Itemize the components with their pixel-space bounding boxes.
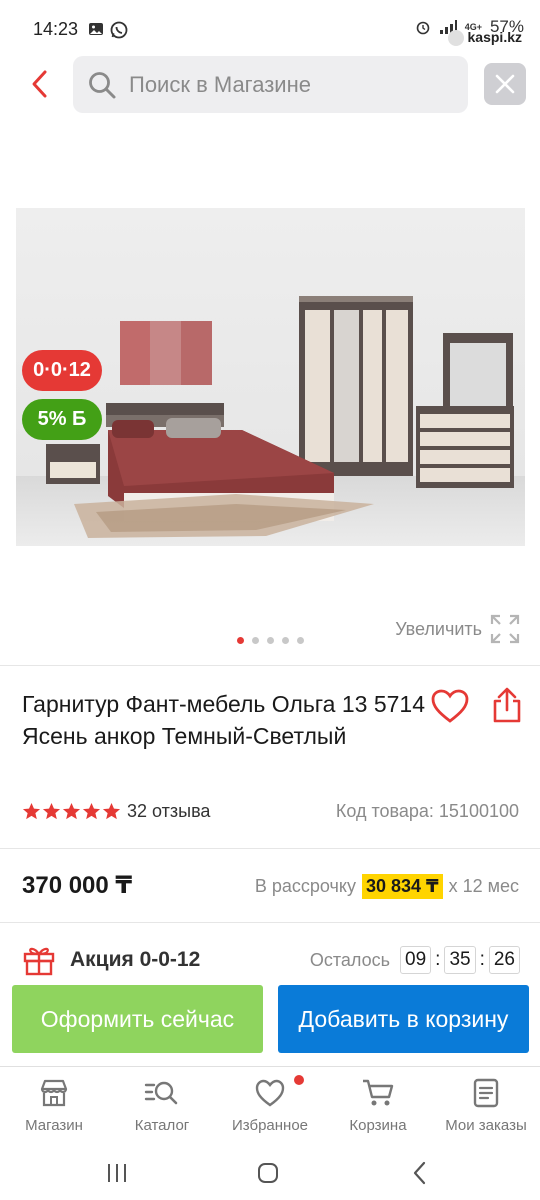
orders-icon	[473, 1078, 499, 1108]
system-navigation-bar	[0, 1146, 540, 1200]
installment-suffix: x 12 мес	[448, 876, 519, 896]
timer-label: Осталось	[309, 949, 391, 970]
promo-countdown: Осталось 09 : 35 : 26	[310, 946, 520, 974]
star-icon	[22, 802, 41, 820]
credit-0-0-12-badge: 0·0·12	[22, 350, 102, 391]
heart-icon	[431, 689, 469, 723]
gallery-dot[interactable]	[282, 637, 289, 644]
bonus-badge: 5% Б	[22, 399, 102, 440]
whatsapp-notification-icon	[110, 21, 128, 39]
divider	[0, 922, 540, 923]
product-sku: Код товара: 15100100	[335, 801, 519, 821]
chevron-left-icon	[413, 1161, 426, 1185]
timer-minutes: 35	[444, 946, 476, 974]
gallery-pagination	[237, 637, 304, 644]
search-header	[0, 56, 540, 116]
gift-icon	[23, 947, 55, 976]
zoom-label: Увеличить	[395, 618, 482, 639]
star-icon	[82, 802, 101, 820]
bottom-tab-bar: Магазин Каталог Избранное Корзина Мои за…	[0, 1066, 540, 1146]
notification-dot	[294, 1075, 304, 1085]
watermark-text: kaspi.kz	[467, 29, 522, 45]
timer-seconds: 26	[488, 946, 520, 974]
timer-hours: 09	[400, 946, 432, 974]
tab-store[interactable]: Магазин	[0, 1075, 108, 1134]
tab-label: Каталог	[134, 1117, 190, 1134]
search-icon	[89, 71, 116, 98]
gallery-dot[interactable]	[267, 637, 274, 644]
tab-catalog[interactable]: Каталог	[108, 1075, 216, 1134]
status-bar: 14:23 4G+ 57% kaspi.kz	[0, 0, 540, 56]
reviews-link[interactable]: 32 отзыва	[127, 801, 210, 822]
rating-stars	[22, 802, 121, 821]
gallery-dot[interactable]	[297, 637, 304, 644]
cart-icon	[363, 1079, 394, 1106]
installment-prefix: В рассрочку	[254, 876, 356, 896]
star-icon	[102, 802, 121, 820]
installment-amount: 30 834 ₸	[361, 874, 443, 899]
alarm-icon	[416, 21, 430, 35]
status-notification-icons	[88, 21, 128, 39]
timer-separator: :	[479, 949, 485, 970]
star-icon	[62, 802, 81, 820]
tab-label: Избранное	[231, 1117, 309, 1134]
gallery-dot[interactable]	[252, 637, 259, 644]
close-search-button[interactable]	[484, 63, 526, 105]
status-time: 14:23	[33, 19, 79, 39]
catalog-search-icon	[144, 1081, 178, 1105]
tab-cart[interactable]: Корзина	[324, 1075, 432, 1134]
recent-apps-icon	[108, 1164, 126, 1182]
search-box[interactable]	[73, 56, 468, 113]
search-input[interactable]	[129, 71, 429, 98]
recent-apps-button[interactable]	[102, 1158, 132, 1188]
store-icon	[40, 1079, 68, 1107]
installment-info: В рассрочку 30 834 ₸ x 12 мес	[255, 874, 519, 899]
share-button[interactable]	[491, 686, 523, 724]
system-back-button[interactable]	[405, 1158, 435, 1188]
zoom-button[interactable]: Увеличить	[395, 614, 520, 644]
promo-label: Акция 0-0-12	[70, 948, 201, 971]
share-icon	[493, 687, 521, 723]
tab-label: Мои заказы	[445, 1117, 527, 1134]
timer-separator: :	[435, 949, 441, 970]
watermark-logo-icon	[447, 30, 464, 47]
product-price: 370 000 ₸	[22, 872, 133, 899]
close-icon	[495, 74, 515, 94]
star-icon	[42, 802, 61, 820]
product-title: Гарнитур Фант-мебель Ольга 13 5714 Ясень…	[22, 691, 426, 749]
add-to-cart-button[interactable]: Добавить в корзину	[278, 985, 529, 1053]
tab-label: Магазин	[25, 1117, 83, 1134]
expand-icon	[490, 614, 520, 644]
tab-favorites[interactable]: Избранное	[216, 1075, 324, 1134]
heart-icon	[255, 1079, 285, 1107]
home-button[interactable]	[253, 1158, 283, 1188]
back-button[interactable]	[22, 66, 58, 102]
promo-banner[interactable]: Акция 0-0-12	[22, 944, 200, 976]
home-icon	[258, 1163, 278, 1183]
watermark: kaspi.kz	[447, 29, 522, 47]
tab-label: Корзина	[349, 1117, 407, 1134]
tab-orders[interactable]: Мои заказы	[432, 1075, 540, 1134]
chevron-left-icon	[32, 70, 47, 98]
gallery-dot[interactable]	[237, 637, 244, 644]
divider	[0, 848, 540, 849]
gallery-notification-icon	[89, 23, 103, 35]
favorite-button[interactable]	[430, 688, 470, 724]
buy-now-button[interactable]: Оформить сейчас	[12, 985, 263, 1053]
divider	[0, 665, 540, 666]
rating[interactable]: 32 отзыва	[22, 801, 210, 822]
